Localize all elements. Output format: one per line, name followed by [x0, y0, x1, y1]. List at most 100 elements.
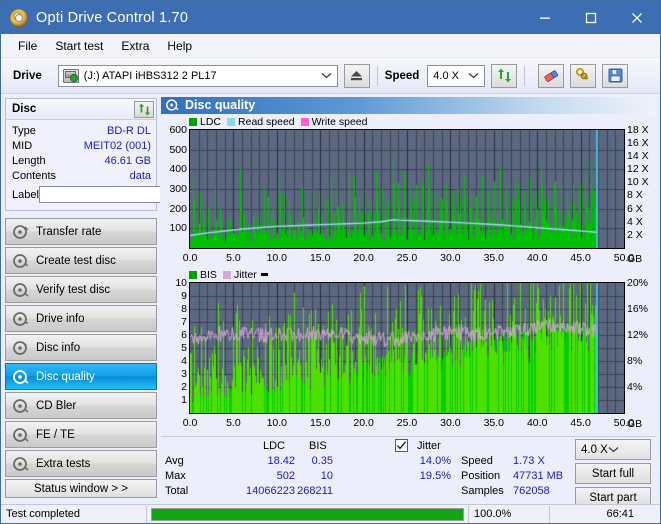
progress-bar-cell [147, 505, 468, 524]
start-full-button[interactable]: Start full [575, 463, 651, 485]
y-tick-label: 5 [181, 341, 187, 354]
y-tick-label: 400 [169, 163, 187, 176]
eject-icon [351, 71, 363, 81]
disc-icon [13, 282, 29, 297]
menu-file[interactable]: File [9, 36, 46, 56]
stats-row-avg: Avg [165, 455, 184, 468]
sidebar-item-fe-te[interactable]: FE / TE [5, 421, 157, 448]
app-disc-icon [10, 8, 28, 27]
close-button[interactable] [614, 1, 660, 34]
ldc-chart-plot[interactable] [189, 128, 625, 249]
speed-label: Speed [384, 69, 420, 82]
eject-button[interactable] [343, 63, 370, 88]
disc-icon [13, 398, 29, 413]
y-tick-label: 300 [169, 182, 187, 195]
y2-tick-label: 4 X [627, 215, 643, 228]
result-speed-select[interactable]: 4.0 X [575, 439, 651, 461]
resize-grip-icon[interactable] [650, 505, 660, 524]
left-panel: Disc Type BD-R DL MID MEIT02 (001) Lengt… [1, 94, 240, 502]
stats-col-bis: BIS [309, 440, 327, 453]
legend-label-write-speed: Write speed [311, 115, 368, 128]
disc-properties: Type BD-R DL MID MEIT02 (001) Length 46.… [6, 120, 240, 210]
x-tick-label: 5.0 [226, 416, 241, 429]
menu-extra[interactable]: Extra [112, 36, 158, 56]
y2-tick-label: 12% [627, 328, 649, 341]
x-tick-label: 45.0 [570, 251, 591, 264]
y2-tick-label: 8% [627, 354, 643, 367]
x-tick-label: 45.0 [570, 416, 591, 429]
drive-select-value: (J:) ATAPI iHBS312 2 PL17 [83, 69, 217, 82]
jitter-checkbox[interactable] [395, 439, 408, 453]
sidebar-item-label: Create test disc [36, 254, 116, 267]
progress-bar-fill [152, 508, 463, 520]
x-tick-label: 10.0 [266, 416, 288, 429]
y2-tick-label: 6 X [627, 202, 643, 215]
bis-chart-plot[interactable] [189, 281, 625, 414]
check-icon [397, 441, 406, 450]
x-tick-label: 0.0 [182, 251, 198, 264]
x-tick-label: 20.0 [353, 416, 374, 429]
legend-swatch-write-speed [300, 117, 309, 126]
x-tick-label: 50.0 [613, 416, 635, 429]
erase-button[interactable] [538, 63, 565, 88]
disc-refresh-button[interactable] [134, 100, 154, 118]
disc-row-type-value: BD-R DL [106, 124, 151, 137]
x-tick-label: 30.0 [440, 251, 461, 264]
x-tick-label: 5.0 [226, 251, 241, 264]
menu-bar: File Start test Extra Help [1, 34, 660, 58]
y-tick-label: 3 [181, 367, 187, 380]
disc-icon [13, 253, 29, 268]
disc-row-type: Type BD-R DL [12, 123, 151, 138]
refresh-icon [497, 68, 511, 83]
y2-tick-label: 20% [627, 276, 649, 289]
maximize-button[interactable] [568, 1, 614, 34]
x-tick-label: 40.0 [526, 416, 548, 429]
stats-avg-bis: 0.35 [311, 455, 333, 468]
disc-row-mid-key: MID [12, 139, 33, 152]
speed-select-value: 4.0 X [433, 69, 459, 82]
drive-label: Drive [13, 69, 42, 82]
disc-row-length-key: Length [12, 154, 46, 167]
disc-row-contents-key: Contents [12, 169, 57, 182]
drive-icon [62, 68, 79, 83]
speed-result-label: Speed [461, 455, 493, 468]
sidebar-item-transfer-rate[interactable]: Transfer rate [5, 218, 157, 245]
status-window-button[interactable]: Status window > > [5, 479, 157, 498]
x-tick-label: 15.0 [309, 251, 331, 264]
bis-chart-legend: BIS Jitter [189, 269, 271, 281]
toolbar-divider-1 [376, 65, 378, 86]
y-tick-label: 1 [181, 393, 187, 406]
window-controls [522, 1, 660, 34]
disc-label-key: Label [12, 188, 39, 201]
menu-help[interactable]: Help [158, 36, 201, 56]
x-tick-label: 30.0 [440, 416, 461, 429]
menu-start-test[interactable]: Start test [46, 36, 112, 56]
x-tick-label: 40.0 [526, 251, 548, 264]
sidebar-item-extra-tests[interactable]: Extra tests [5, 450, 157, 477]
sidebar-item-label: Disc info [36, 341, 81, 354]
x-tick-label: 25.0 [396, 416, 418, 429]
y2-tick-label: 16 X [627, 136, 649, 149]
main-content: Disc Type BD-R DL MID MEIT02 (001) Lengt… [1, 94, 660, 509]
y2-tick-label: 4% [627, 380, 643, 393]
sidebar-item-drive-info[interactable]: Drive info [5, 305, 157, 332]
y-tick-label: 600 [169, 123, 187, 136]
x-tick-label: 20.0 [353, 251, 374, 264]
minimize-button[interactable] [522, 1, 568, 34]
right-panel: Disc quality LDC Read speed Write speed … [160, 94, 660, 509]
sidebar-item-create-test-disc[interactable]: Create test disc [5, 247, 157, 274]
disc-row-contents: Contents data [12, 168, 151, 183]
disc-icon [13, 427, 29, 442]
keys-button[interactable] [570, 63, 597, 88]
drive-select[interactable]: (J:) ATAPI iHBS312 2 PL17 [57, 64, 338, 87]
sidebar-item-cd-bler[interactable]: CD Bler [5, 392, 157, 419]
disc-row-type-key: Type [12, 124, 36, 137]
save-button[interactable] [602, 63, 629, 88]
legend-label-ldc: LDC [200, 115, 222, 128]
sidebar-item-disc-quality[interactable]: Disc quality [5, 363, 157, 390]
refresh-button[interactable] [491, 63, 518, 88]
legend-item-ldc: LDC [189, 116, 221, 128]
sidebar-item-verify-test-disc[interactable]: Verify test disc [5, 276, 157, 303]
sidebar-item-disc-info[interactable]: Disc info [5, 334, 157, 361]
speed-select[interactable]: 4.0 X [427, 64, 486, 87]
